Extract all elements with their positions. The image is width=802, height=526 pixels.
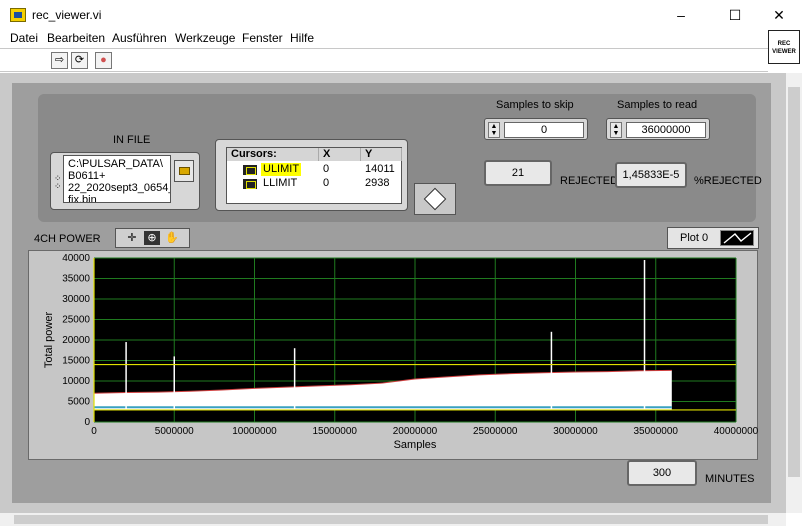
in-file-path-field[interactable]: C:\PULSAR_DATA\ B0611+ 22_2020sept3_0654… xyxy=(63,155,171,203)
minutes-indicator: 300 xyxy=(627,460,697,486)
in-file-label: IN FILE xyxy=(113,134,151,146)
y-tick-label: 30000 xyxy=(62,294,90,305)
x-tick-label: 5000000 xyxy=(155,426,194,437)
samples-to-read-label: Samples to read xyxy=(617,99,698,111)
plot-legend[interactable]: Plot 0 xyxy=(667,227,759,249)
cursor-ulimit-name[interactable]: ULIMIT xyxy=(261,163,302,176)
scroll-thumb[interactable] xyxy=(788,87,800,477)
samples-to-skip-stepper[interactable]: ▲ ▼ xyxy=(488,122,500,138)
path-icon: ⁘ ⁘ xyxy=(54,173,62,191)
waveform-graph[interactable]: 0 5000000 10000000 15000000 20000000 25000000… xyxy=(28,250,758,460)
x-tick-label: 10000000 xyxy=(232,426,277,437)
cursor-ulimit-x: 0 xyxy=(323,163,330,175)
run-icon[interactable]: ⇨ xyxy=(51,52,68,69)
y-tick-label: 15000 xyxy=(62,356,90,367)
menu-ausfuehren[interactable]: Ausführen xyxy=(112,31,167,45)
rejected-indicator: 21 xyxy=(484,160,552,186)
left-margin xyxy=(0,73,12,513)
pan-hand-icon[interactable]: ✋ xyxy=(164,231,180,245)
zoom-icon[interactable]: ⊕ xyxy=(144,231,160,245)
cursor-header-name: Cursors: xyxy=(227,148,319,161)
cursor-llimit-x: 0 xyxy=(323,177,330,189)
x-tick-label: 40000000 xyxy=(714,426,758,437)
cursor-llimit-name[interactable]: LLIMIT xyxy=(263,177,297,190)
graph-title: 4CH POWER xyxy=(34,233,101,245)
plot-legend-label: Plot 0 xyxy=(680,232,709,244)
cursor-tool-icon[interactable]: ✛ xyxy=(124,231,140,245)
graph-palette: ✛ ⊕ ✋ xyxy=(115,228,190,248)
x-tick-label: 15000000 xyxy=(313,426,358,437)
samples-to-read-input[interactable]: 36000000 xyxy=(626,122,706,138)
y-tick-label: 5000 xyxy=(68,397,91,408)
minimize-button[interactable]: – xyxy=(658,4,704,26)
menu-werkzeuge[interactable]: Werkzeuge xyxy=(175,31,235,45)
samples-to-skip-input[interactable]: 0 xyxy=(504,122,584,138)
y-tick-label: 0 xyxy=(84,417,90,428)
maximize-button[interactable]: ☐ xyxy=(712,4,758,26)
pct-rejected-label: %REJECTED xyxy=(694,175,762,187)
menu-datei[interactable]: Datei xyxy=(10,31,38,45)
line-style-icon xyxy=(723,232,752,244)
toolbar: ⇨ ⟳ ● xyxy=(0,48,768,72)
menu-bar: Datei Bearbeiten Ausführen Werkzeuge Fen… xyxy=(0,30,802,48)
cursor-table[interactable]: Cursors: X Y ULIMIT 0 14011 LLIMIT 0 293… xyxy=(226,147,402,204)
cursor-ulimit-y: 14011 xyxy=(365,163,395,175)
samples-to-skip-label: Samples to skip xyxy=(496,99,574,111)
rejected-label: REJECTED xyxy=(560,175,619,187)
cursor-move-icon xyxy=(423,187,447,211)
path-line: B0611+ xyxy=(68,170,106,182)
cursor-header-y: Y xyxy=(361,148,402,161)
y-tick-label: 35000 xyxy=(62,274,90,285)
title-bar: rec_viewer.vi – ☐ ✕ xyxy=(0,0,802,30)
plot-legend-swatch[interactable] xyxy=(720,230,754,246)
cursor-llimit-y: 2938 xyxy=(365,177,390,189)
x-axis-label: Samples xyxy=(394,439,437,451)
cursor-ulimit-icon[interactable] xyxy=(243,165,257,175)
menu-fenster[interactable]: Fenster xyxy=(242,31,283,45)
abort-icon[interactable]: ● xyxy=(95,52,112,69)
scroll-thumb[interactable] xyxy=(14,515,768,524)
samples-to-read-stepper[interactable]: ▲ ▼ xyxy=(610,122,622,138)
y-tick-label: 10000 xyxy=(62,376,90,387)
x-tick-label: 35000000 xyxy=(634,426,679,437)
close-button[interactable]: ✕ xyxy=(756,4,802,26)
cursor-move-button[interactable] xyxy=(414,183,456,215)
menu-hilfe[interactable]: Hilfe xyxy=(290,31,314,45)
cursor-llimit-icon[interactable] xyxy=(243,179,257,189)
run-continuously-icon[interactable]: ⟳ xyxy=(71,52,88,69)
path-line: C:\PULSAR_DATA\ xyxy=(68,158,163,170)
labview-app-icon xyxy=(10,8,26,22)
y-axis-label: Total power xyxy=(43,312,55,369)
browse-button[interactable] xyxy=(174,160,194,182)
window-title: rec_viewer.vi xyxy=(32,8,102,22)
menu-bearbeiten[interactable]: Bearbeiten xyxy=(47,31,105,45)
y-tick-label: 20000 xyxy=(62,335,90,346)
samples-to-skip-control: ▲ ▼ 0 xyxy=(484,118,588,140)
cursor-header-x: X xyxy=(319,148,361,161)
folder-icon xyxy=(179,167,190,175)
x-tick-label: 20000000 xyxy=(393,426,438,437)
x-tick-label: 25000000 xyxy=(473,426,518,437)
samples-to-read-control: ▲ ▼ 36000000 xyxy=(606,118,710,140)
path-line: fix.bin xyxy=(68,194,97,203)
x-tick-label: 0 xyxy=(91,426,97,437)
x-tick-label: 30000000 xyxy=(553,426,598,437)
horizontal-scrollbar[interactable] xyxy=(0,513,786,526)
vi-icon: REC VIEWER xyxy=(768,30,800,64)
minutes-label: MINUTES xyxy=(705,473,755,485)
y-tick-label: 40000 xyxy=(62,253,90,264)
path-line: 22_2020sept3_0654_ xyxy=(68,182,171,194)
vertical-scrollbar[interactable] xyxy=(786,73,802,513)
y-tick-label: 25000 xyxy=(62,315,90,326)
pct-rejected-indicator: 1,45833E-5 xyxy=(615,162,687,188)
